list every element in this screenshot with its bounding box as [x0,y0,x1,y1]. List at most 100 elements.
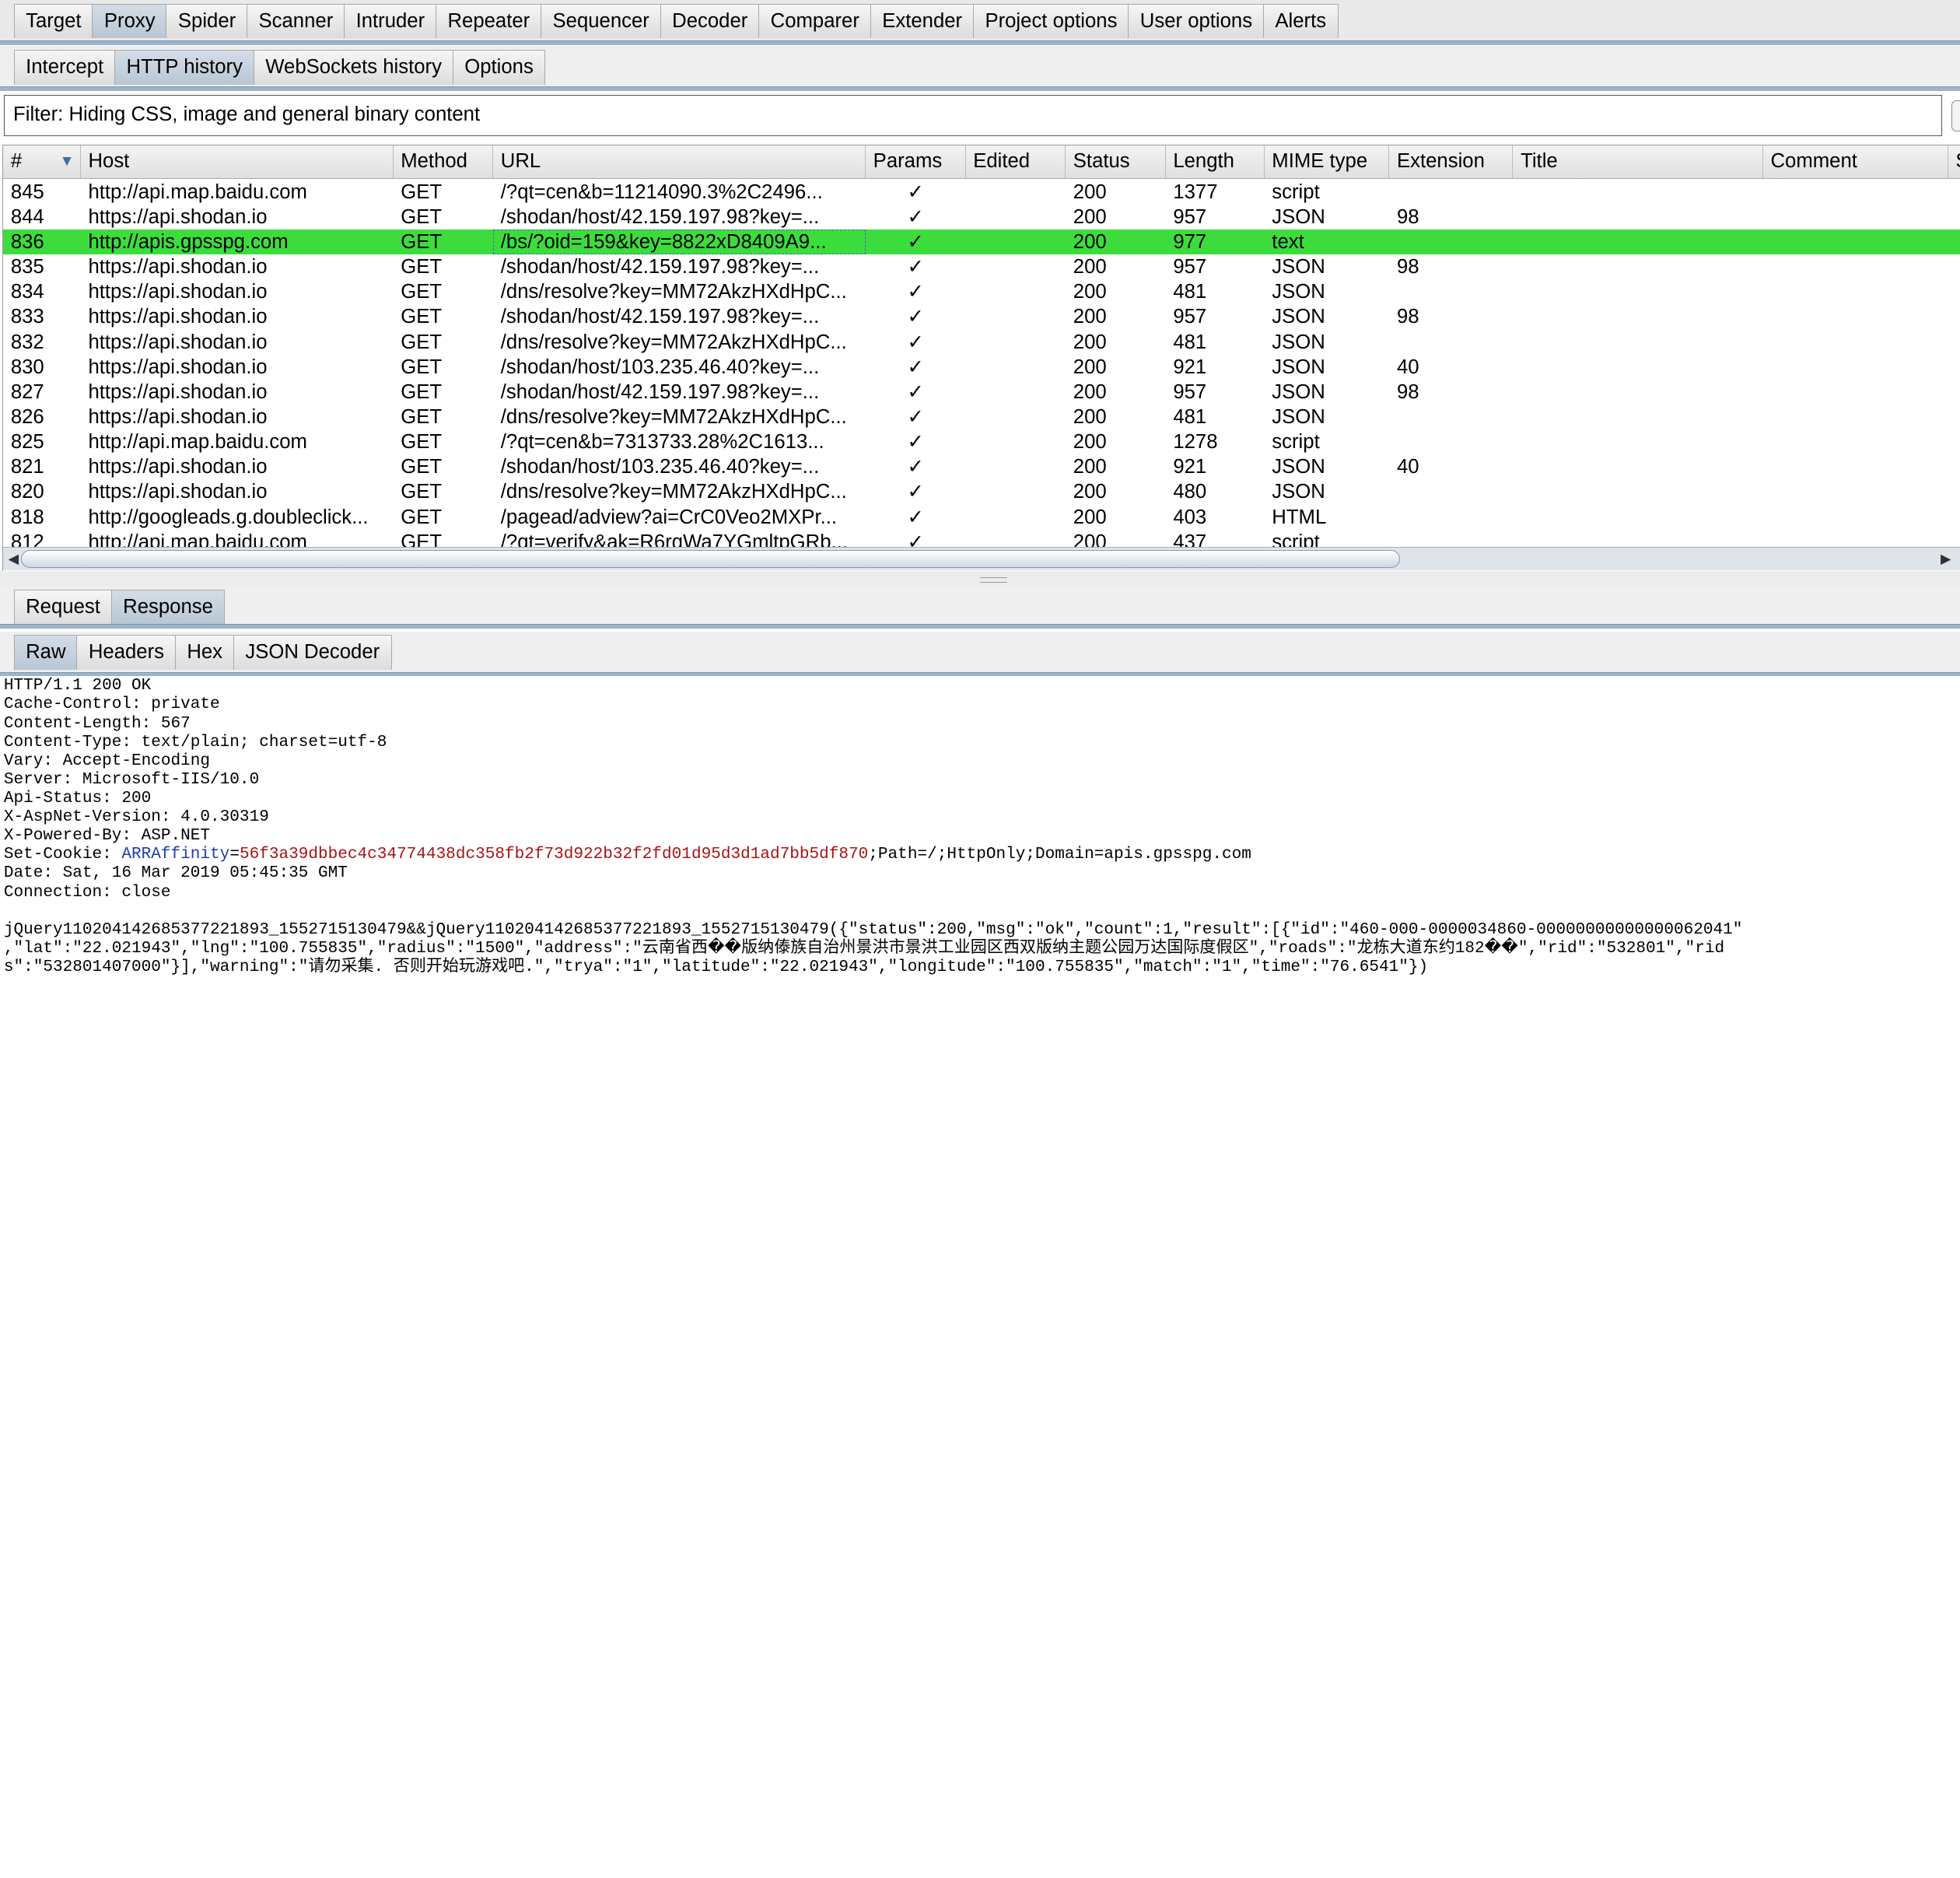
cookie-cookie-value: 56f3a39dbbec4c34774438dc358fb2f73d922b32… [239,845,869,864]
scrollbar-thumb[interactable] [20,550,1400,569]
cell-edited [966,279,1066,304]
column-header-host[interactable]: Host [81,145,394,179]
cell-method: GET [401,281,443,303]
table-row[interactable]: 833 https://api.shodan.io GET/shodan/host/… [3,304,1960,329]
cell-comment [1763,479,1948,504]
table-row[interactable]: 821 https://api.shodan.io GET/shodan/host/… [3,454,1960,479]
table-row[interactable]: 832 https://api.shodan.io GET/dns/resolve?… [3,330,1960,355]
column-header-s[interactable]: S [1948,145,1960,179]
tab-alerts[interactable]: Alerts [1262,3,1339,39]
tab-user-options[interactable]: User options [1128,3,1265,39]
tab-scanner[interactable]: Scanner [247,3,345,39]
response-header-line: Content-Length: 567 [3,713,191,733]
cell-mime-type: JSON [1272,380,1325,403]
cell-comment [1763,330,1948,355]
cell-title [1513,429,1762,454]
column-header-length[interactable]: Length [1166,145,1265,179]
tab-response[interactable]: Response [110,590,226,625]
tab-intruder[interactable]: Intruder [344,3,437,39]
viewtab-hex[interactable]: Hex [174,635,235,670]
subtab-intercept[interactable]: Intercept [13,50,116,85]
table-row[interactable]: 844 https://api.shodan.io GET/shodan/host/… [3,205,1960,229]
cell-number: 818 [10,506,44,528]
splitter-grip-icon[interactable] [979,577,1008,583]
table-row[interactable]: 836 http://apis.gpsspg.com GET/bs/?oid=159… [3,229,1960,255]
filter-bar[interactable]: Filter: Hiding CSS, image and general bi… [3,95,1943,137]
column-header-number[interactable]: # ▼ [3,145,81,179]
cell-host: http://api.map.baidu.com [88,431,307,454]
scroll-right-icon[interactable]: ▶ [1941,548,1951,570]
response-header-line: Api-Status: 200 [3,789,152,808]
table-row[interactable]: 825 http://api.map.baidu.com GET /?qt=cen&b… [3,429,1960,454]
raw-response-text[interactable]: HTTP/1.1 200 OK Cache-Control: private C… [0,676,1960,976]
view-tabs: Raw Headers Hex JSON Decoder [13,635,392,670]
viewtab-headers[interactable]: Headers [76,635,177,670]
column-header-title[interactable]: Title [1513,145,1763,179]
cell-comment [1763,454,1948,479]
tab-sequencer[interactable]: Sequencer [541,3,662,39]
cell-host: https://api.shodan.io [88,356,268,378]
cell-comment [1763,405,1948,429]
cell-edited [966,254,1066,279]
table-row[interactable]: 845 http://api.map.baidu.com GET /?qt=cen&b… [3,180,1960,205]
column-header-comment[interactable]: Comment [1763,145,1948,179]
column-header-method[interactable]: Method [394,145,494,179]
table-row[interactable]: 818 http://googleads.g.doubleclick... GET /… [3,505,1960,530]
cell-number: 826 [10,406,44,429]
column-header-extension[interactable]: Extension [1389,145,1514,179]
params-check-icon: ✓ [907,231,925,254]
pane-splitter[interactable] [0,571,1960,587]
cell-number: 825 [10,431,44,454]
table-row[interactable]: 835 https://api.shodan.io GET/shodan/host/… [3,254,1960,279]
tab-extender[interactable]: Extender [870,3,975,39]
cell-extension [1389,229,1513,254]
response-header-line: Date: Sat, 16 Mar 2019 05:45:35 GMT [3,864,348,883]
cell-number: 844 [10,205,44,228]
cell-extension [1389,429,1513,454]
cell-url: /?qt=cen&b=11214090.3%2C2496... [500,180,823,203]
tab-project-options[interactable]: Project options [972,3,1129,39]
scroll-left-icon[interactable]: ◀ [9,548,19,570]
cell-extension [1389,180,1513,205]
cell-extension: 98 [1397,306,1419,328]
table-row[interactable]: 834 https://api.shodan.io GET/dns/resolve?… [3,279,1960,304]
cell-comment [1763,205,1948,229]
cell-extension [1389,479,1513,504]
tab-proxy[interactable]: Proxy [92,3,168,39]
cell-mime-type: JSON [1272,331,1325,353]
cell-host: https://api.shodan.io [88,406,268,429]
column-header-mime-type[interactable]: MIME type [1265,145,1390,179]
table-row[interactable]: 830 https://api.shodan.io GET/shodan/host/… [3,355,1960,380]
column-header-url[interactable]: URL [493,145,866,179]
burp-window: Target Proxy Spider Scanner Intruder Repeater… [0,0,1960,1169]
tab-request[interactable]: Request [13,590,113,625]
subtab-http-history[interactable]: HTTP history [114,50,255,85]
response-header-line: Server: Microsoft-IIS/10.0 [3,769,260,789]
column-header-params[interactable]: Params [866,145,966,179]
params-check-icon: ✓ [907,256,925,279]
tab-decoder[interactable]: Decoder [660,3,760,39]
cell-comment [1763,229,1948,254]
raw-response-editor[interactable]: HTTP/1.1 200 OK Cache-Control: private C… [0,676,1960,1169]
tab-repeater[interactable]: Repeater [436,3,542,39]
column-header-status[interactable]: Status [1066,145,1166,179]
viewtab-raw[interactable]: Raw [13,635,78,670]
cell-status: 200 [1073,356,1107,378]
table-row[interactable]: 826 https://api.shodan.io GET/dns/resolve?… [3,405,1960,429]
viewtab-json-decoder[interactable]: JSON Decoder [233,635,392,670]
cell-title [1513,205,1762,229]
cell-host: https://api.shodan.io [88,306,268,328]
filter-side-button[interactable] [1951,100,1960,132]
cell-number: 821 [10,456,44,478]
tab-comparer[interactable]: Comparer [758,3,872,39]
table-row[interactable]: 827 https://api.shodan.io GET/shodan/host/… [3,380,1960,405]
subtab-websockets-history[interactable]: WebSockets history [253,50,454,85]
horizontal-scrollbar[interactable]: ◀ ▶ [3,547,1960,571]
cell-number: 833 [10,306,44,328]
column-header-edited[interactable]: Edited [966,145,1066,179]
subtab-options[interactable]: Options [452,50,546,85]
tab-target[interactable]: Target [13,3,94,39]
table-row[interactable]: 820 https://api.shodan.io GET/dns/resolve?… [3,479,1960,504]
cell-title [1513,279,1762,304]
tab-spider[interactable]: Spider [166,3,248,39]
